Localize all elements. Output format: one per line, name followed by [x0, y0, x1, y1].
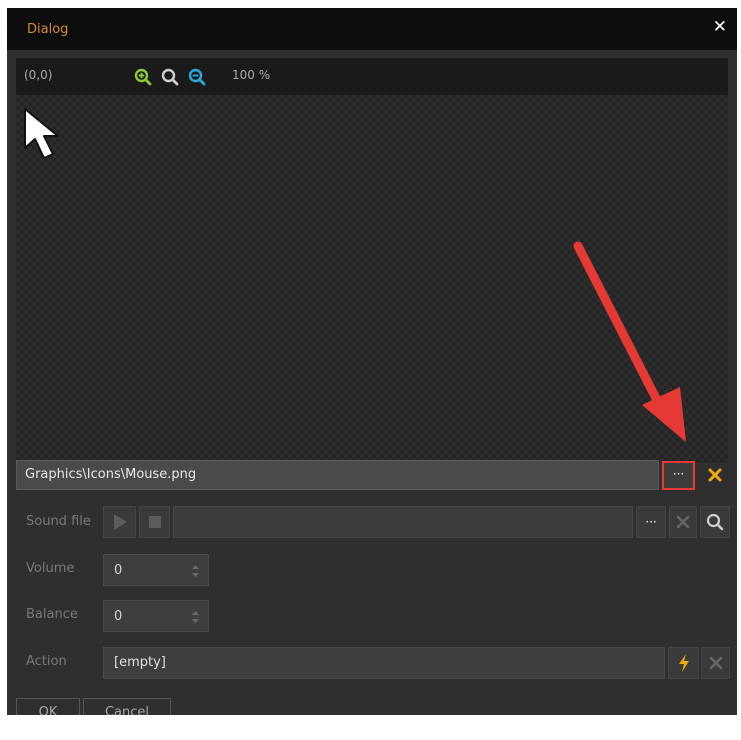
volume-spinbox[interactable]: 0 — [103, 554, 209, 586]
ok-button[interactable]: OK — [16, 698, 80, 715]
clear-icon — [676, 515, 690, 529]
cancel-button[interactable]: Cancel — [83, 698, 171, 715]
sound-file-field[interactable] — [173, 506, 633, 538]
play-button[interactable] — [103, 506, 136, 538]
close-icon[interactable]: ✕ — [713, 17, 727, 37]
sound-file-row: ··· — [103, 506, 730, 538]
preview-toolbar: (0,0) 100 % — [16, 58, 728, 95]
lightning-icon — [678, 654, 689, 672]
stop-icon — [148, 516, 161, 528]
volume-label: Volume — [26, 561, 75, 576]
balance-spinbox[interactable]: 0 — [103, 600, 209, 632]
image-preview: (0,0) 100 % — [16, 58, 728, 463]
play-icon — [113, 514, 127, 530]
action-clear-button[interactable] — [701, 647, 730, 679]
stop-button[interactable] — [139, 506, 170, 538]
action-label: Action — [26, 654, 67, 669]
volume-value: 0 — [114, 563, 123, 578]
zoom-in-icon[interactable] — [134, 68, 152, 86]
image-path-field[interactable]: Graphics\Icons\Mouse.png — [16, 460, 659, 490]
spinner-arrows-icon[interactable] — [191, 563, 200, 579]
action-lightning-button[interactable] — [668, 647, 699, 679]
sound-file-label: Sound file — [26, 514, 91, 529]
coords-readout: (0,0) — [24, 68, 53, 82]
sound-clear-button[interactable] — [669, 506, 697, 538]
clear-icon — [709, 656, 722, 670]
cursor-icon — [24, 108, 59, 159]
search-icon — [706, 513, 724, 531]
title-bar: Dialog ✕ — [7, 8, 737, 50]
spinner-arrows-icon[interactable] — [191, 609, 200, 625]
clear-icon[interactable] — [706, 466, 724, 484]
zoom-level: 100 % — [232, 68, 271, 82]
sound-browse-button[interactable]: ··· — [636, 506, 666, 538]
dialog-window: Dialog ✕ (0,0) 100 % Graphics\Icons\Mous… — [7, 8, 737, 715]
balance-value: 0 — [114, 609, 123, 624]
zoom-out-icon[interactable] — [188, 68, 206, 86]
action-field[interactable]: [empty] — [103, 647, 665, 679]
zoom-reset-icon[interactable] — [161, 68, 179, 86]
sound-search-button[interactable] — [700, 506, 730, 538]
image-browse-button[interactable]: ··· — [662, 461, 695, 490]
balance-label: Balance — [26, 607, 78, 622]
dialog-title: Dialog — [27, 22, 69, 37]
